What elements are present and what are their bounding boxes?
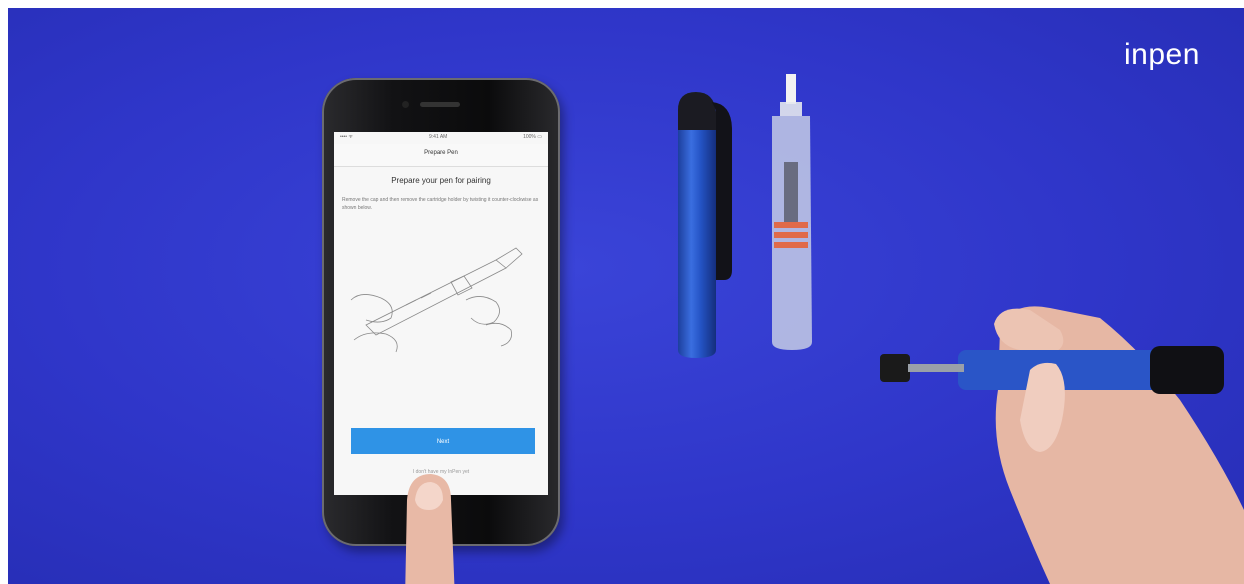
tapping-finger [405,474,455,584]
instructions-text: Remove the cap and then remove the cartr… [342,197,539,211]
nav-title: Prepare Pen [424,150,458,156]
screen-heading: Prepare your pen for pairing [391,176,491,185]
hand-holding-pen [880,306,1244,584]
clock: 9:41 AM [429,134,448,140]
front-camera-icon [402,101,409,108]
scene: inpen •••• ᯤ 9:41 AM 100% ▭ Prepare Pen … [0,0,1244,584]
cartridge-holder [772,74,812,350]
pen-twist-illustration [350,247,523,353]
battery-indicator: 100% ▭ [523,134,542,140]
status-bar: •••• ᯤ 9:41 AM 100% ▭ [334,134,548,144]
navigation-bar: Prepare Pen [334,144,548,167]
next-button[interactable]: Next [351,428,535,454]
speaker-grille [420,102,460,107]
inpen-logo: inpen [1124,38,1200,71]
pen-cap [678,92,732,358]
phone-screen: •••• ᯤ 9:41 AM 100% ▭ Prepare Pen Prepar… [334,132,548,495]
signal-indicator: •••• ᯤ [340,134,353,140]
